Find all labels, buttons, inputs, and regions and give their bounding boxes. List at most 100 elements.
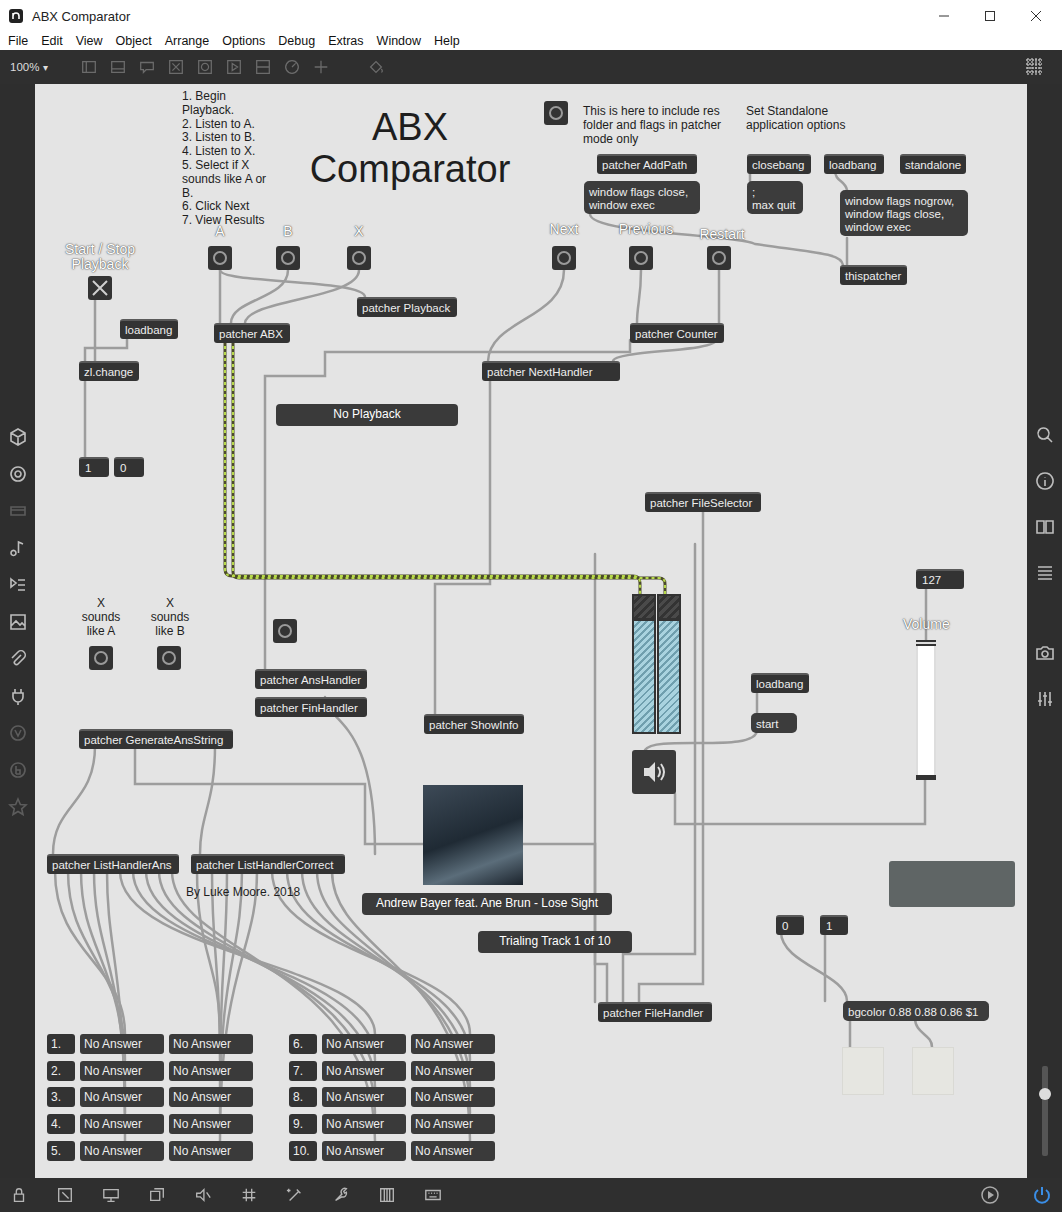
bang-button[interactable] bbox=[89, 646, 113, 670]
playlist-icon[interactable] bbox=[8, 575, 28, 595]
message-box[interactable]: ; max quit bbox=[747, 181, 803, 214]
toolbar-icon[interactable] bbox=[312, 58, 330, 76]
grid-view-icon[interactable] bbox=[1024, 57, 1044, 77]
toolbar-icon[interactable] bbox=[80, 58, 98, 76]
menu-item[interactable]: Arrange bbox=[165, 34, 209, 48]
menu-item[interactable]: Extras bbox=[328, 34, 363, 48]
max-object[interactable]: patcher ABX bbox=[214, 323, 290, 343]
bang-button[interactable] bbox=[347, 246, 371, 270]
star-icon[interactable] bbox=[8, 797, 28, 817]
audio-output[interactable] bbox=[632, 750, 676, 794]
paint-bucket-icon[interactable] bbox=[367, 58, 385, 76]
close-icon[interactable] bbox=[1030, 10, 1042, 22]
toolbar-icon[interactable] bbox=[138, 58, 156, 76]
max-object[interactable]: thispatcher bbox=[840, 265, 907, 285]
master-volume[interactable] bbox=[1042, 1066, 1048, 1156]
play-icon[interactable] bbox=[980, 1185, 1000, 1205]
menu-item[interactable]: Help bbox=[434, 34, 460, 48]
paperclip-icon[interactable] bbox=[8, 649, 28, 669]
wrench-icon[interactable] bbox=[332, 1186, 350, 1204]
minimize-icon[interactable] bbox=[938, 10, 950, 22]
max-object[interactable]: patcher ListHandlerCorrect bbox=[191, 854, 345, 874]
max-object[interactable]: patcher AnsHandler bbox=[255, 669, 367, 689]
volume-slider[interactable] bbox=[916, 640, 936, 780]
message-box[interactable]: window flags close, window exec bbox=[584, 181, 700, 214]
max-object[interactable]: patcher FileHandler bbox=[598, 1002, 712, 1022]
menu-item[interactable]: File bbox=[8, 34, 28, 48]
new-object-icon[interactable] bbox=[286, 1186, 304, 1204]
maximize-icon[interactable] bbox=[984, 10, 996, 22]
max-object[interactable]: zl.change bbox=[79, 361, 139, 381]
menu-item[interactable]: Options bbox=[222, 34, 265, 48]
camera-icon[interactable] bbox=[1035, 643, 1055, 663]
menu-item[interactable]: Debug bbox=[278, 34, 315, 48]
windows-icon[interactable] bbox=[148, 1186, 166, 1204]
cube-icon[interactable] bbox=[8, 427, 28, 447]
menu-item[interactable]: Object bbox=[116, 34, 152, 48]
image-icon[interactable] bbox=[8, 612, 28, 632]
number-box[interactable]: 0 bbox=[114, 457, 144, 477]
menu-item[interactable]: View bbox=[76, 34, 103, 48]
book-icon[interactable] bbox=[1035, 517, 1055, 537]
lock-icon[interactable] bbox=[10, 1186, 28, 1204]
max-object[interactable]: patcher AddPath bbox=[597, 154, 697, 174]
number-box[interactable]: 1 bbox=[820, 915, 848, 935]
device-icon[interactable] bbox=[8, 501, 28, 521]
toolbar-icon[interactable] bbox=[196, 58, 214, 76]
note-icon[interactable] bbox=[8, 538, 28, 558]
message-box[interactable]: window flags nogrow, window flags close,… bbox=[840, 190, 968, 236]
zoom-dropdown[interactable]: 100% ▾ bbox=[10, 61, 62, 73]
presentation-icon[interactable] bbox=[102, 1186, 120, 1204]
sliders-icon[interactable] bbox=[1035, 689, 1055, 709]
display-message[interactable]: No Playback bbox=[276, 404, 458, 426]
volume-number-box[interactable]: 127 bbox=[916, 569, 964, 589]
bang-button[interactable] bbox=[629, 246, 653, 270]
number-box[interactable]: 1 bbox=[79, 457, 109, 477]
toolbar-icon[interactable] bbox=[109, 58, 127, 76]
max-object[interactable]: patcher NextHandler bbox=[482, 361, 620, 381]
plug-icon[interactable] bbox=[8, 686, 28, 706]
bang-button[interactable] bbox=[544, 101, 568, 125]
max-object[interactable]: patcher GenerateAnsString bbox=[79, 729, 233, 749]
max-object[interactable]: patcher ShowInfo bbox=[424, 714, 524, 734]
piano-icon[interactable] bbox=[378, 1186, 396, 1204]
edit-mode-icon[interactable] bbox=[56, 1186, 74, 1204]
message-box[interactable]: bgcolor 0.88 0.88 0.86 $1 bbox=[843, 1001, 989, 1021]
max-object[interactable]: closebang bbox=[747, 154, 811, 174]
toolbar-icon[interactable] bbox=[225, 58, 243, 76]
display-message[interactable]: Andrew Bayer feat. Ane Brun - Lose Sight bbox=[362, 893, 612, 915]
bang-button[interactable] bbox=[552, 246, 576, 270]
max-object[interactable]: loadbang bbox=[751, 673, 809, 693]
max-object[interactable]: patcher Playback bbox=[357, 297, 457, 317]
number-box[interactable]: 0 bbox=[776, 915, 804, 935]
bang-button[interactable] bbox=[276, 246, 300, 270]
patcher-canvas[interactable]: 1. Begin Playback.2. Listen to A.3. List… bbox=[35, 84, 1027, 1178]
bang-button[interactable] bbox=[208, 246, 232, 270]
power-icon[interactable] bbox=[1032, 1185, 1052, 1205]
list-icon[interactable] bbox=[1035, 563, 1055, 583]
b-circle-icon[interactable] bbox=[8, 760, 28, 780]
max-object[interactable]: patcher Counter bbox=[630, 323, 724, 343]
menu-item[interactable]: Window bbox=[377, 34, 421, 48]
bang-button[interactable] bbox=[707, 246, 731, 270]
max-object[interactable]: loadbang bbox=[120, 319, 178, 339]
toolbar-icon[interactable] bbox=[283, 58, 301, 76]
message-box[interactable]: start bbox=[751, 713, 797, 733]
max-object[interactable]: patcher FinHandler bbox=[255, 697, 367, 717]
info-icon[interactable] bbox=[1035, 471, 1055, 491]
display-message[interactable]: Trialing Track 1 of 10 bbox=[478, 931, 632, 953]
v-circle-icon[interactable] bbox=[8, 723, 28, 743]
bang-button[interactable] bbox=[157, 646, 181, 670]
mute-icon[interactable] bbox=[194, 1186, 212, 1204]
max-object[interactable]: loadbang bbox=[824, 154, 884, 174]
menu-item[interactable]: Edit bbox=[41, 34, 63, 48]
grid-icon[interactable] bbox=[240, 1186, 258, 1204]
max-object[interactable]: patcher ListHandlerAns bbox=[47, 854, 179, 874]
toolbar-icon[interactable] bbox=[254, 58, 272, 76]
search-icon[interactable] bbox=[1035, 425, 1055, 445]
max-object[interactable]: patcher FileSelector bbox=[645, 492, 761, 512]
toolbar-icon[interactable] bbox=[167, 58, 185, 76]
keyboard-icon[interactable] bbox=[424, 1186, 442, 1204]
bang-button[interactable] bbox=[273, 619, 297, 643]
max-object[interactable]: standalone bbox=[900, 154, 966, 174]
